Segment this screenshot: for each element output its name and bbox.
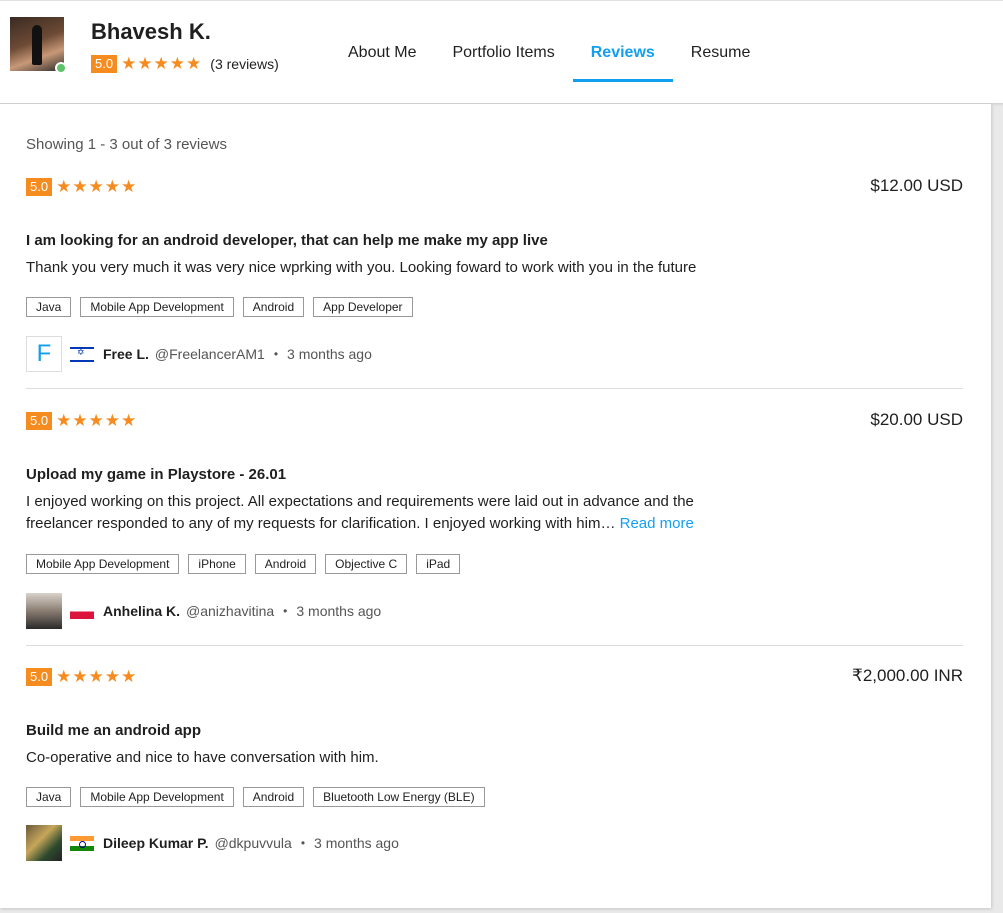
reviewer-name[interactable]: Dileep Kumar P.	[103, 835, 209, 851]
skill-tag[interactable]: Java	[26, 297, 72, 317]
review-price: $12.00 USD	[870, 176, 963, 195]
tab-about-me[interactable]: About Me	[330, 1, 434, 105]
skill-tag[interactable]: Mobile App Development	[26, 554, 180, 574]
star-rating-icon: ★★★★★	[56, 411, 138, 430]
skill-tag[interactable]: Android	[242, 297, 305, 317]
separator-dot: •	[273, 347, 279, 361]
tab-portfolio-items[interactable]: Portfolio Items	[434, 1, 572, 105]
rating-badge: 5.0	[26, 178, 53, 196]
review-tags: Java Mobile App Development Android App …	[26, 297, 413, 317]
review-price: ₹2,000.00 INR	[852, 666, 963, 685]
skill-tag[interactable]: Mobile App Development	[80, 297, 234, 317]
profile-name[interactable]: Bhavesh K.	[91, 19, 211, 45]
review-rating: 5.0 ★★★★★	[26, 412, 137, 430]
online-status-icon	[55, 62, 67, 74]
reviewer-handle: @anizhavitina	[186, 603, 275, 619]
review-item: 5.0 ★★★★★ ₹2,000.00 INR Build me an andr…	[26, 666, 963, 868]
read-more-link[interactable]: Read more	[620, 515, 694, 532]
review-divider	[26, 388, 963, 389]
review-rating: 5.0 ★★★★★	[26, 668, 137, 686]
profile-avatar[interactable]	[10, 17, 67, 74]
reviewer-name[interactable]: Free L.	[103, 346, 149, 362]
reviewer-info: F Free L. @FreelancerAM1 • 3 months ago	[26, 336, 372, 372]
review-price: $20.00 USD	[870, 410, 963, 429]
reviewer-handle: @dkpuvvula	[214, 835, 292, 851]
review-body: Co-operative and nice to have conversati…	[26, 747, 746, 769]
review-tags: Mobile App Development iPhone Android Ob…	[26, 554, 461, 574]
skill-tag[interactable]: Android	[242, 787, 305, 807]
review-title: Upload my game in Playstore - 26.01	[26, 466, 287, 483]
reviewer-info: Anhelina K. @anizhavitina • 3 months ago	[26, 593, 381, 629]
skill-tag[interactable]: App Developer	[313, 297, 413, 317]
skill-tag[interactable]: iPhone	[188, 554, 246, 574]
rating-badge: 5.0	[91, 55, 118, 73]
skill-tag[interactable]: Java	[26, 787, 72, 807]
reviewer-info: Dileep Kumar P. @dkpuvvula • 3 months ag…	[26, 825, 399, 861]
skill-tag[interactable]: Android	[254, 554, 317, 574]
review-count: (3 reviews)	[210, 56, 279, 72]
profile-rating: 5.0 ★★★★★ (3 reviews)	[91, 55, 279, 73]
review-item: 5.0 ★★★★★ $12.00 USD I am looking for an…	[26, 176, 963, 378]
review-body: Thank you very much it was very nice wpr…	[26, 257, 746, 279]
reviewer-avatar[interactable]: F	[26, 336, 62, 372]
india-flag-icon	[70, 835, 94, 851]
review-time: 3 months ago	[296, 603, 382, 619]
review-tags: Java Mobile App Development Android Blue…	[26, 787, 485, 807]
star-rating-icon: ★★★★★	[121, 54, 203, 73]
showing-count: Showing 1 - 3 out of 3 reviews	[26, 136, 227, 153]
poland-flag-icon	[70, 603, 94, 619]
review-text: Co-operative and nice to have conversati…	[26, 749, 379, 766]
review-time: 3 months ago	[314, 835, 399, 851]
page: Bhavesh K. 5.0 ★★★★★ (3 reviews) About M…	[0, 0, 1003, 913]
star-rating-icon: ★★★★★	[56, 667, 138, 686]
review-item: 5.0 ★★★★★ $20.00 USD Upload my game in P…	[26, 410, 963, 632]
review-divider	[26, 645, 963, 646]
separator-dot: •	[300, 836, 306, 850]
israel-flag-icon	[70, 346, 94, 362]
star-rating-icon: ★★★★★	[56, 177, 138, 196]
reviewer-name[interactable]: Anhelina K.	[103, 603, 180, 619]
review-rating: 5.0 ★★★★★	[26, 178, 137, 196]
rating-badge: 5.0	[26, 412, 53, 430]
rating-badge: 5.0	[26, 668, 53, 686]
profile-tabs: About Me Portfolio Items Reviews Resume	[330, 1, 768, 105]
separator-dot: •	[283, 604, 288, 618]
review-time: 3 months ago	[287, 346, 372, 362]
tab-resume[interactable]: Resume	[673, 1, 769, 105]
profile-header: Bhavesh K. 5.0 ★★★★★ (3 reviews) About M…	[0, 0, 1003, 104]
review-title: Build me an android app	[26, 722, 202, 739]
review-body: I enjoyed working on this project. All e…	[26, 491, 746, 535]
skill-tag[interactable]: Objective C	[325, 554, 408, 574]
reviewer-handle: @FreelancerAM1	[154, 346, 265, 362]
review-text: Thank you very much it was very nice wpr…	[26, 259, 697, 276]
reviewer-avatar[interactable]	[26, 825, 62, 861]
review-text: I enjoyed working on this project. All e…	[26, 493, 694, 532]
review-title: I am looking for an android developer, t…	[26, 232, 548, 249]
skill-tag[interactable]: Mobile App Development	[80, 787, 234, 807]
tab-reviews[interactable]: Reviews	[572, 1, 673, 105]
skill-tag[interactable]: Bluetooth Low Energy (BLE)	[313, 787, 485, 807]
reviews-panel: Showing 1 - 3 out of 3 reviews 5.0 ★★★★★…	[0, 104, 991, 908]
reviewer-avatar[interactable]	[26, 593, 62, 629]
skill-tag[interactable]: iPad	[416, 554, 461, 574]
